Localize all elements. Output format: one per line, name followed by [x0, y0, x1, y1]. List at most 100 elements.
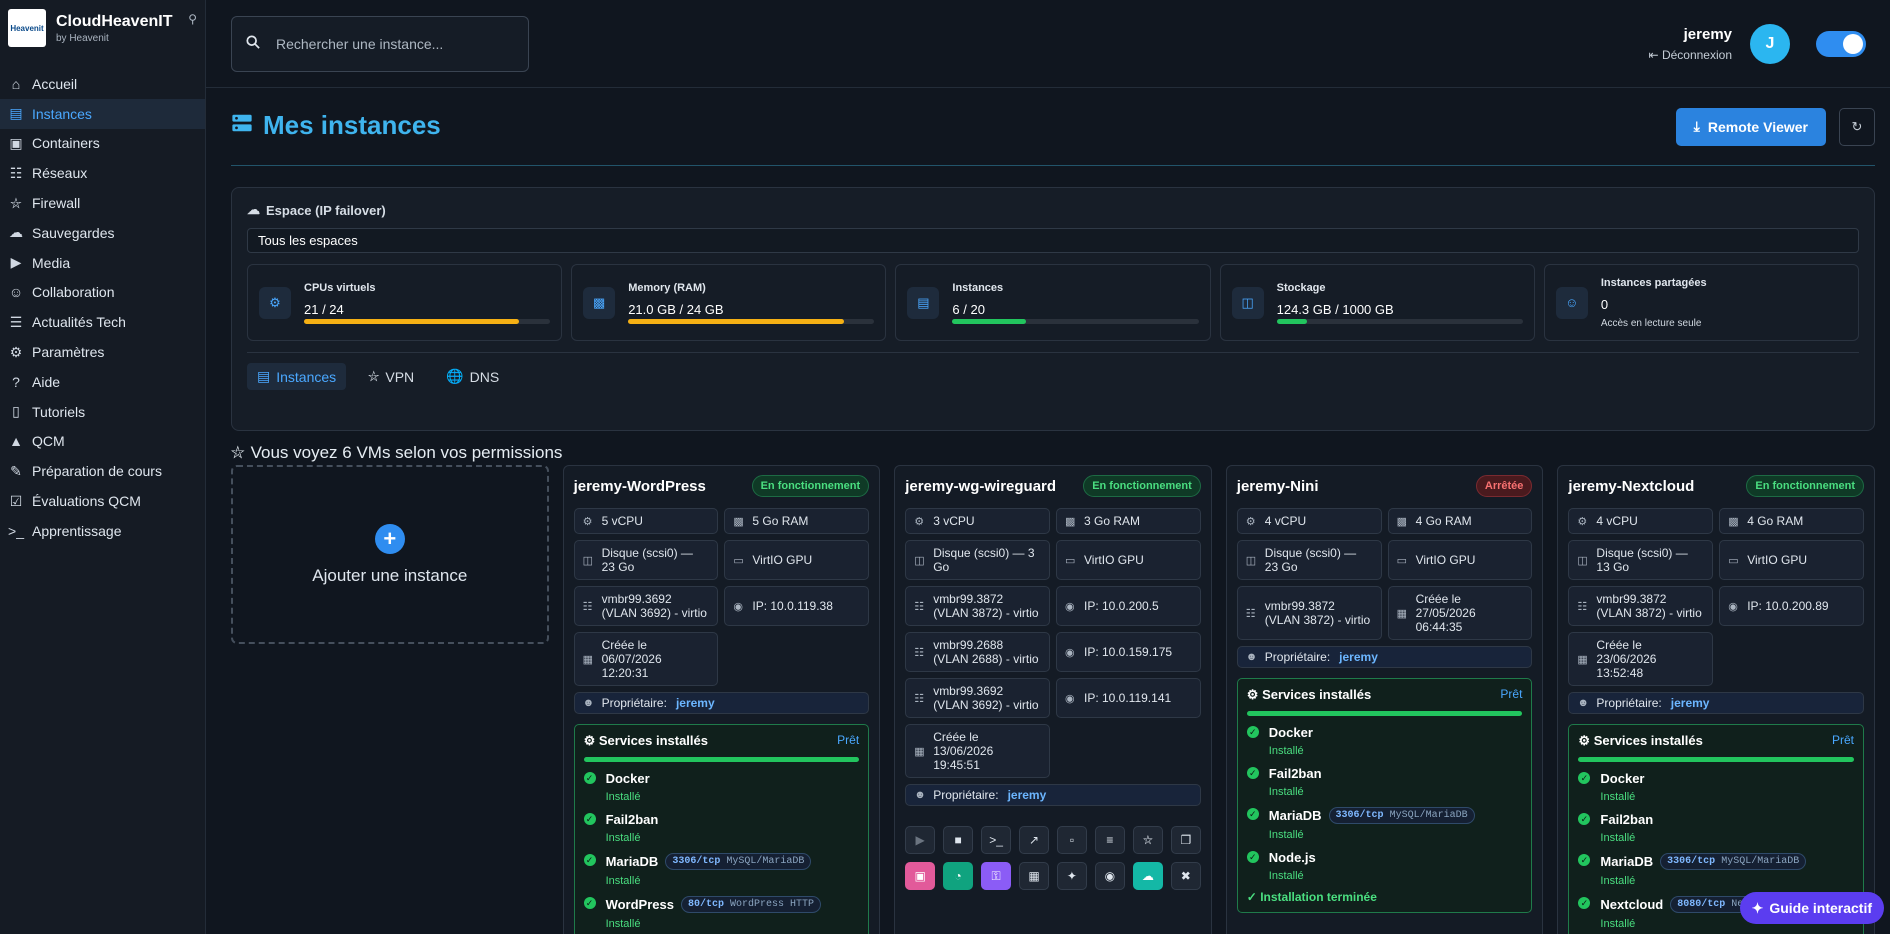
ip-chip-text: IP: 10.0.119.141: [1083, 691, 1172, 705]
home-icon: ⌂: [11, 75, 21, 92]
qr-icon: ▦: [1028, 869, 1040, 883]
spec-chips: ⚙ 4 vCPU ▩ 4 Go RAM ◫ Disque (scsi0) — 23 Go ▭…: [1236, 508, 1533, 668]
theme-toggle[interactable]: [1816, 30, 1866, 57]
sidebar-item-media[interactable]: ▶ Media: [0, 248, 205, 278]
sidebar-item-accueil[interactable]: ⌂ Accueil: [0, 69, 205, 99]
speed-button[interactable]: ◔: [943, 862, 974, 890]
stat-title: CPUs virtuels: [304, 281, 376, 294]
sidebar-item-tutoriels[interactable]: ▯ Tutoriels: [0, 397, 205, 427]
tab-dns[interactable]: 🌐 DNS: [436, 363, 509, 390]
copy-button[interactable]: ❐: [1170, 826, 1201, 854]
sidebar-item-r-seaux[interactable]: ☷ Réseaux: [0, 158, 205, 188]
network-icon: ☷: [914, 600, 925, 613]
users-icon: ☺: [8, 284, 24, 301]
sidebar-item-firewall[interactable]: ⛦ Firewall: [0, 188, 205, 218]
share-button[interactable]: ✦: [1056, 862, 1087, 890]
sidebar-item-label: Sauvegardes: [32, 224, 115, 241]
services-ready: Prêt: [837, 733, 860, 747]
stat-progress: [628, 318, 875, 324]
cpu-chip-text: 3 vCPU: [933, 514, 975, 528]
sidebar-item-pr-paration-de-cours[interactable]: ✎ Préparation de cours: [0, 456, 205, 486]
stat-body: CPUs virtuels 21 / 24: [304, 281, 551, 324]
instance-name: jeremy-Nini: [1236, 477, 1319, 495]
guide-button[interactable]: ✦ Guide interactif: [1739, 892, 1884, 924]
sidebar-item-actualit-s-tech[interactable]: ☰ Actualités Tech: [0, 307, 205, 337]
created-chip: ▦ Créée le 06/07/2026 12:20:31: [573, 632, 719, 686]
service-name: WordPress 80/tcp WordPress HTTP: [606, 896, 822, 913]
disk-icon: ◫: [1245, 554, 1257, 567]
service-name: Fail2ban: [1600, 812, 1653, 827]
chart-button[interactable]: ↗: [1019, 826, 1049, 854]
terminal-button[interactable]: >_: [981, 826, 1012, 854]
search-input[interactable]: [276, 35, 496, 52]
logout-link[interactable]: ⇤ Déconnexion: [1649, 48, 1732, 62]
check-icon: ✓: [1578, 813, 1591, 825]
network-chip-text: vmbr99.3692 (VLAN 3692) - virtio: [601, 592, 707, 620]
instance-card[interactable]: jeremy-Nextcloud En fonctionnement ⚙ 4 vCPU…: [1557, 465, 1876, 934]
stats-row: ⚙ CPUs virtuels 21 / 24 ▩ Memory (RAM) 21.0 G…: [247, 264, 1860, 341]
gpu-chip: ▭ VirtIO GPU: [1719, 540, 1865, 580]
sidebar: Heavenit CloudHeavenIT by Heavenit ⚲ ⌂ Ac…: [0, 0, 206, 934]
sidebar-item-apprentissage[interactable]: >_ Apprentissage: [0, 516, 205, 546]
brand[interactable]: Heavenit CloudHeavenIT by Heavenit ⚲: [0, 0, 205, 56]
key-button[interactable]: ⚿: [981, 862, 1012, 890]
sidebar-item-instances[interactable]: ▤ Instances: [0, 98, 205, 129]
sidebar-item-qcm[interactable]: ▲ QCM: [0, 427, 205, 457]
brand-subtitle: by Heavenit: [56, 32, 109, 44]
tab-vpn[interactable]: ⛦ VPN: [358, 363, 424, 390]
camera-button[interactable]: ◉: [1094, 862, 1125, 890]
disk-icon: ◫: [582, 554, 593, 567]
network-icon: ☷: [914, 692, 925, 705]
sliders-button[interactable]: ≡: [1094, 826, 1125, 854]
cloud-upload-button[interactable]: ☁: [1132, 862, 1163, 890]
qr-button[interactable]: ▦: [1019, 862, 1049, 890]
instance-card[interactable]: jeremy-WordPress En fonctionnement ⚙ 5 vCPU…: [562, 465, 881, 934]
action-buttons: ▶ ■ >_ ↗ ▫ ≡ ⛦ ❐ ▣ ◔ ⚿ ▦ ✦ ◉ ☁ ✖: [905, 826, 1201, 890]
service-name: Docker: [1600, 771, 1644, 786]
trash-button[interactable]: ✖: [1170, 862, 1201, 890]
service-item: ✓ Fail2ban Installé: [583, 812, 860, 844]
search-box[interactable]: [231, 15, 529, 72]
space-select[interactable]: Tous les espaces: [247, 228, 1859, 253]
refresh-button[interactable]: ↻: [1839, 107, 1875, 146]
instance-card[interactable]: jeremy-Nini Arrêtée ⚙ 4 vCPU ▩ 4 Go RAM ◫ Disqu…: [1225, 465, 1544, 934]
speed-icon: ◔: [954, 869, 962, 883]
stat-value: 21.0 GB / 24 GB: [628, 301, 724, 317]
globe-icon: 🌐: [446, 368, 464, 384]
sidebar-item-containers[interactable]: ▣ Containers: [0, 129, 205, 159]
notes-button[interactable]: ▫: [1056, 826, 1087, 854]
avatar[interactable]: J: [1750, 23, 1790, 64]
play-button[interactable]: ▶: [905, 826, 936, 854]
owner-label: Propriétaire:: [601, 696, 667, 710]
check-icon: ✓: [1246, 851, 1259, 863]
sidebar-item--valuations-qcm[interactable]: ☑ Évaluations QCM: [0, 486, 205, 516]
network-chip-text: vmbr99.3872 (VLAN 3872) - virtio: [1264, 599, 1371, 627]
check-icon: ✓: [583, 813, 596, 825]
port-number: 3306/tcp: [1335, 810, 1384, 821]
sidebar-item-collaboration[interactable]: ☺ Collaboration: [0, 278, 205, 308]
check-icon: ✓: [1246, 726, 1259, 738]
pin-icon[interactable]: ⚲: [188, 12, 197, 26]
sidebar-item-aide[interactable]: ? Aide: [0, 367, 205, 397]
remote-viewer-button[interactable]: ⤓ Remote Viewer: [1675, 107, 1826, 146]
instance-name: jeremy-WordPress: [573, 477, 706, 495]
shield-button[interactable]: ⛦: [1132, 826, 1163, 854]
instance-card[interactable]: jeremy-wg-wireguard En fonctionnement ⚙ 3 v…: [894, 465, 1212, 934]
refresh-icon: ↻: [1851, 118, 1863, 134]
monitor-icon: ▭: [1064, 554, 1076, 567]
service-name: Docker: [606, 771, 650, 786]
sidebar-item-label: Instances: [32, 105, 92, 122]
sidebar-item-sauvegardes[interactable]: ☁ Sauvegardes: [0, 218, 205, 248]
users-icon: ☺: [1555, 286, 1588, 319]
network-chip-text: vmbr99.3872 (VLAN 3872) - virtio: [933, 592, 1039, 620]
ip-chip-text: IP: 10.0.159.175: [1083, 645, 1173, 659]
newspaper-icon: ☰: [9, 313, 23, 330]
sidebar-item-param-tres[interactable]: ⚙ Paramètres: [0, 337, 205, 367]
tab-instances[interactable]: ▤ Instances: [247, 363, 347, 390]
remote-button[interactable]: ▣: [905, 862, 936, 890]
stop-button[interactable]: ■: [943, 826, 974, 854]
page-title: Mes instances: [231, 110, 441, 141]
service-status: Installé: [1600, 791, 1636, 803]
service-item: ✓ MariaDB 3306/tcp MySQL/MariaDB Installé: [1578, 853, 1854, 887]
add-instance-card[interactable]: + Ajouter une instance: [231, 465, 549, 644]
